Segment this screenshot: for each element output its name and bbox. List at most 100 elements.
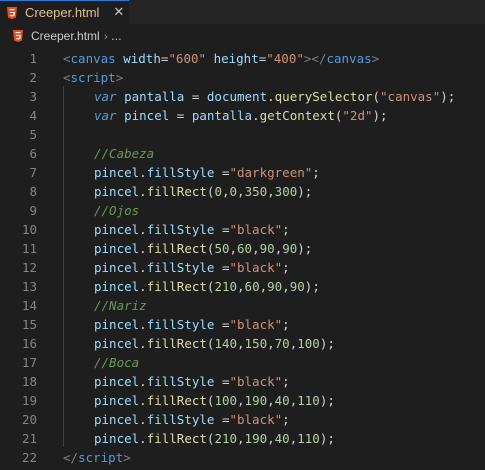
line-number: 12 bbox=[21, 260, 37, 275]
code-token: document bbox=[206, 89, 268, 104]
code-token: "600" bbox=[168, 51, 207, 66]
code-token: , bbox=[282, 279, 290, 294]
code-token: ); bbox=[304, 279, 320, 294]
line-number: 14 bbox=[21, 298, 37, 313]
code-token: width bbox=[123, 51, 161, 66]
code-token: , bbox=[237, 393, 245, 408]
line-number: 22 bbox=[21, 450, 37, 465]
code-token: 90 bbox=[267, 279, 283, 294]
code-line[interactable]: 19 pincel.fillRect(100,190,40,110); bbox=[0, 391, 485, 410]
code-token: 100 bbox=[214, 393, 238, 408]
code-line[interactable]: 6 //Cabeza bbox=[0, 144, 485, 163]
code-token: , bbox=[267, 184, 275, 199]
code-token: < bbox=[63, 70, 71, 85]
code-token: . bbox=[139, 279, 147, 294]
code-line[interactable]: 12 pincel.fillStyle ="black"; bbox=[0, 258, 485, 277]
code-line[interactable]: 8 pincel.fillRect(0,0,350,300); bbox=[0, 182, 485, 201]
code-text: //Ojos bbox=[63, 201, 139, 220]
code-token: , bbox=[237, 184, 245, 199]
code-line[interactable]: 10 pincel.fillStyle ="black"; bbox=[0, 220, 485, 239]
code-token: ( bbox=[372, 89, 381, 104]
code-token: ); bbox=[297, 241, 313, 256]
code-text: pincel.fillStyle ="black"; bbox=[63, 315, 290, 334]
breadcrumb-file[interactable]: Creeper.html bbox=[31, 29, 100, 43]
code-token: = bbox=[214, 412, 230, 427]
code-token: = bbox=[214, 165, 230, 180]
code-token: , bbox=[267, 393, 275, 408]
code-text: </script> bbox=[63, 448, 131, 467]
line-number: 16 bbox=[21, 336, 37, 351]
code-token: 190 bbox=[244, 431, 268, 446]
code-token: , bbox=[229, 241, 238, 256]
code-token: ; bbox=[282, 317, 290, 332]
code-line[interactable]: 5 bbox=[0, 125, 485, 144]
code-line[interactable]: 20 pincel.fillStyle ="black"; bbox=[0, 410, 485, 429]
code-token: fillRect bbox=[146, 431, 207, 446]
code-token: , bbox=[259, 279, 268, 294]
html5-icon bbox=[7, 6, 17, 19]
line-number: 1 bbox=[29, 51, 37, 66]
code-line[interactable]: 2 <script> bbox=[0, 68, 485, 87]
code-line[interactable]: 16 pincel.fillRect(140,150,70,100); bbox=[0, 334, 485, 353]
line-number: 19 bbox=[21, 393, 37, 408]
code-token: ); bbox=[319, 431, 335, 446]
code-token: . bbox=[139, 412, 147, 427]
code-line[interactable]: 21 pincel.fillRect(210,190,40,110); bbox=[0, 429, 485, 448]
code-line[interactable]: 3 var pantalla = document.querySelector("… bbox=[0, 87, 485, 106]
code-token: script bbox=[70, 70, 116, 85]
breadcrumb-more[interactable]: ... bbox=[111, 30, 122, 43]
code-token: pincel bbox=[94, 279, 140, 294]
code-text: pincel.fillStyle ="darkgreen"; bbox=[63, 163, 320, 182]
html5-icon bbox=[13, 30, 23, 42]
line-number: 20 bbox=[21, 412, 37, 427]
tab-creeper-html[interactable]: Creeper.html ✕ bbox=[0, 0, 129, 24]
code-token: ; bbox=[282, 260, 290, 275]
code-line[interactable]: 13 pincel.fillRect(210,60,90,90); bbox=[0, 277, 485, 296]
code-text: //Cabeza bbox=[63, 144, 154, 163]
code-token: fillRect bbox=[146, 279, 207, 294]
line-number: 21 bbox=[21, 431, 37, 446]
code-token: 100 bbox=[297, 336, 320, 351]
line-number: 8 bbox=[29, 184, 37, 199]
code-token: fillRect bbox=[146, 336, 207, 351]
code-token: canvas bbox=[70, 51, 116, 66]
code-line[interactable]: 9 //Ojos bbox=[0, 201, 485, 220]
line-number: 17 bbox=[21, 355, 37, 370]
code-line[interactable]: 11 pincel.fillRect(50,60,90,90); bbox=[0, 239, 485, 258]
code-token: querySelector bbox=[274, 89, 373, 104]
code-token: . bbox=[252, 108, 260, 123]
code-token: . bbox=[139, 431, 147, 446]
code-token: "canvas" bbox=[380, 89, 441, 104]
code-text: pincel.fillStyle ="black"; bbox=[63, 410, 290, 429]
code-token: ); bbox=[297, 184, 313, 199]
code-token: 0 bbox=[214, 184, 222, 199]
code-token: . bbox=[267, 89, 275, 104]
code-token: ); bbox=[372, 108, 388, 123]
code-token: pincel bbox=[94, 393, 140, 408]
chevron-right-icon: › bbox=[103, 29, 109, 43]
code-text: //Nariz bbox=[63, 296, 147, 315]
code-line[interactable]: 14 //Nariz bbox=[0, 296, 485, 315]
code-token: "2d" bbox=[342, 108, 373, 123]
line-number: 5 bbox=[29, 127, 37, 142]
code-token: > bbox=[115, 70, 124, 85]
code-token: = bbox=[214, 260, 230, 275]
code-line[interactable]: 22 </script> bbox=[0, 448, 485, 467]
tab-bar: Creeper.html ✕ bbox=[0, 0, 485, 24]
code-line[interactable]: 17 //Boca bbox=[0, 353, 485, 372]
code-token: = bbox=[214, 374, 230, 389]
code-token: . bbox=[139, 393, 147, 408]
code-line[interactable]: 15 pincel.fillStyle ="black"; bbox=[0, 315, 485, 334]
code-line[interactable]: 4 var pincel = pantalla.getContext("2d"); bbox=[0, 106, 485, 125]
code-editor[interactable]: 1 <canvas width="600" height="400"></canv… bbox=[0, 48, 485, 470]
code-token: fillStyle bbox=[146, 374, 215, 389]
code-token: "darkgreen" bbox=[229, 165, 313, 180]
close-icon[interactable]: ✕ bbox=[113, 5, 124, 20]
code-token: . bbox=[139, 317, 147, 332]
code-line[interactable]: 1 <canvas width="600" height="400"></canv… bbox=[0, 49, 485, 68]
code-line[interactable]: 7 pincel.fillStyle ="darkgreen"; bbox=[0, 163, 485, 182]
code-line[interactable]: 18 pincel.fillStyle ="black"; bbox=[0, 372, 485, 391]
code-token: //Cabeza bbox=[94, 146, 155, 161]
code-token: 60 bbox=[244, 279, 260, 294]
